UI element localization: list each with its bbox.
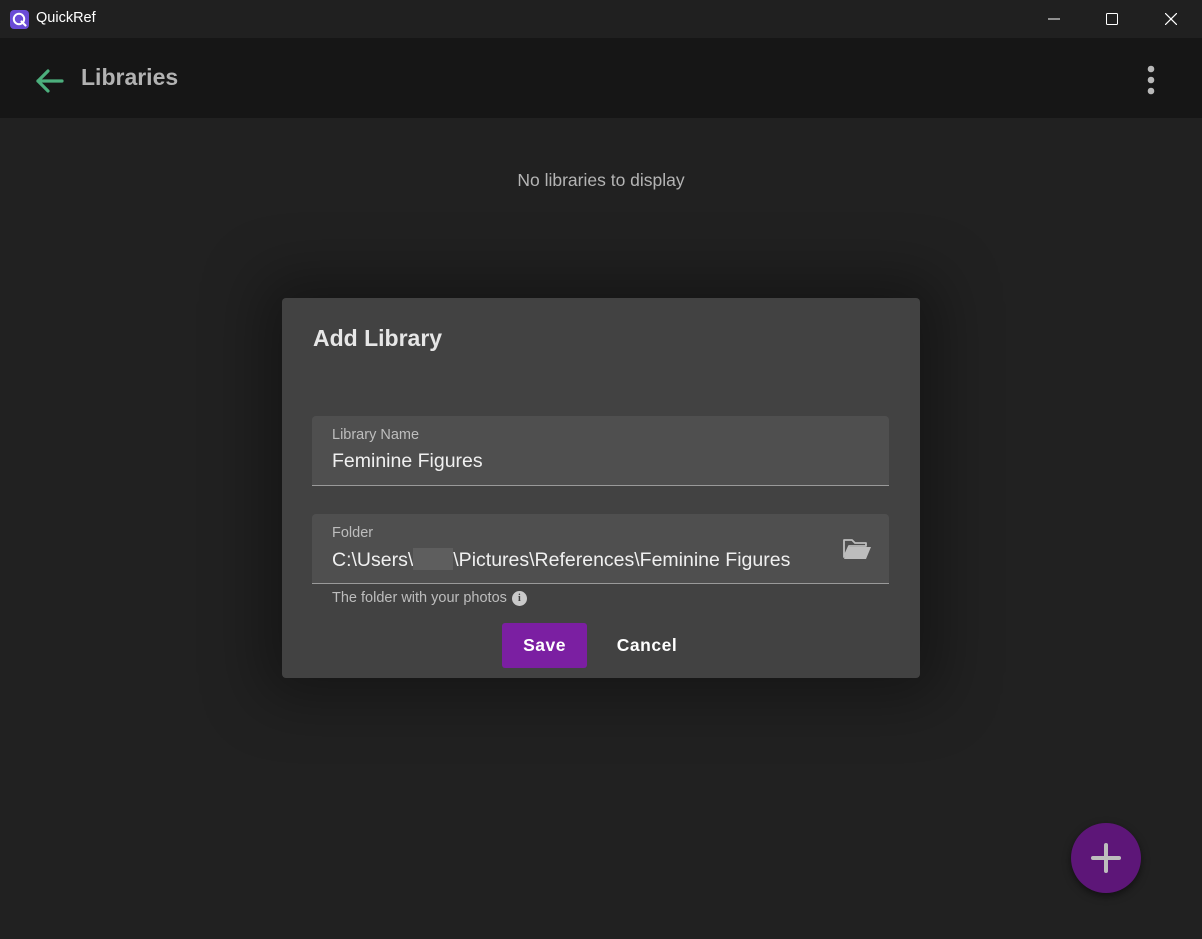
add-library-fab[interactable] (1071, 823, 1141, 893)
page-title: Libraries (81, 64, 179, 90)
folder-helper-text: The folder with your photos i (332, 590, 527, 606)
minimize-button[interactable] (1025, 0, 1083, 38)
window-titlebar: QuickRef (0, 0, 1202, 38)
library-name-field[interactable]: Library Name Feminine Figures (312, 416, 889, 486)
close-button[interactable] (1142, 0, 1200, 38)
folder-field[interactable]: Folder C:\Users\ \Pictures\References\Fem… (312, 514, 889, 584)
app-logo-icon (10, 10, 29, 29)
close-icon (1165, 13, 1177, 25)
empty-state-message: No libraries to display (517, 170, 685, 190)
folder-open-icon (843, 539, 871, 559)
arrow-left-icon (36, 69, 64, 93)
plus-icon (1091, 843, 1121, 873)
redacted-username (413, 548, 454, 570)
info-icon[interactable]: i (511, 590, 527, 606)
folder-helper-label: The folder with your photos (332, 590, 507, 606)
maximize-icon (1106, 13, 1118, 25)
back-button[interactable] (29, 60, 71, 102)
add-library-dialog: Add Library Library Name Feminine Figure… (282, 298, 920, 678)
more-options-button[interactable] (1136, 60, 1166, 100)
maximize-button[interactable] (1083, 0, 1141, 38)
window-title: QuickRef (36, 10, 96, 26)
app-bar: Libraries (0, 38, 1202, 118)
more-vertical-icon (1147, 65, 1155, 95)
folder-path-suffix: \Pictures\References\Feminine Figures (453, 549, 791, 571)
folder-path-prefix: C:\Users\ (332, 549, 414, 571)
folder-input[interactable]: C:\Users\ \Pictures\References\Feminine F… (332, 548, 832, 572)
library-name-input[interactable]: Feminine Figures (332, 450, 483, 473)
folder-label: Folder (332, 525, 374, 541)
minimize-icon (1048, 18, 1060, 20)
save-button[interactable]: Save (502, 623, 587, 668)
cancel-button[interactable]: Cancel (604, 623, 690, 668)
library-name-label: Library Name (332, 427, 420, 443)
dialog-title: Add Library (313, 325, 443, 351)
browse-folder-button[interactable] (840, 534, 874, 564)
